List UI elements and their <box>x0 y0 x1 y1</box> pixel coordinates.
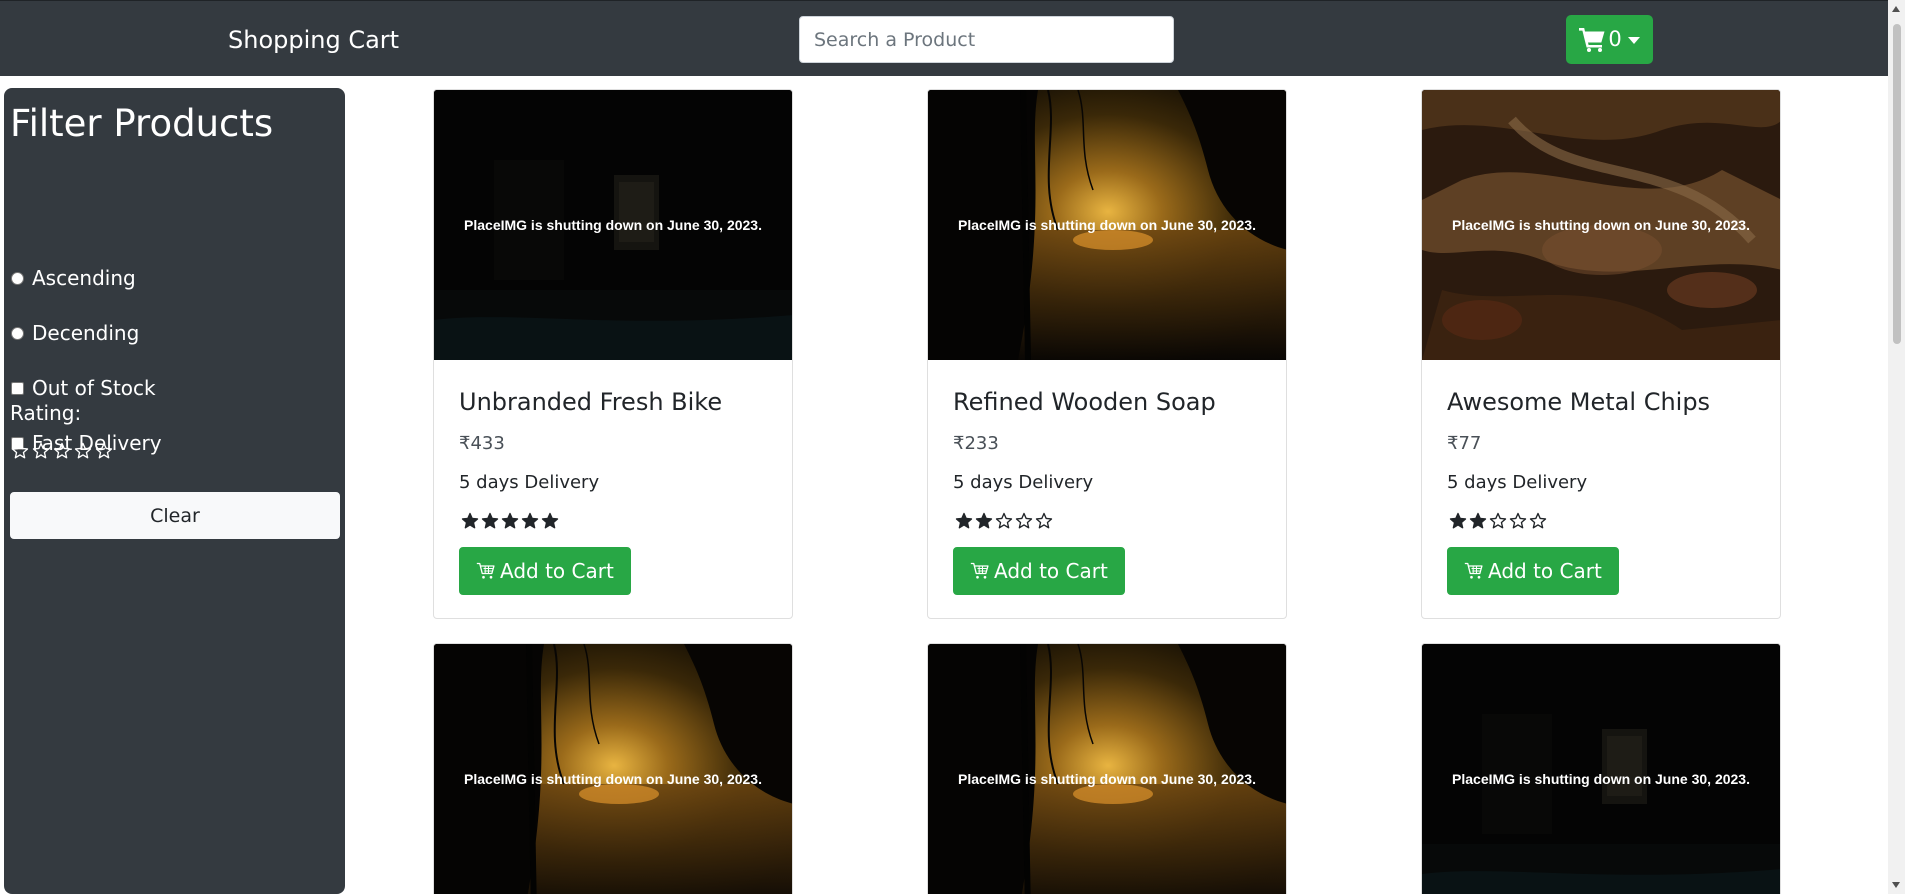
product-image: PlaceIMG is shutting down on June 30, 20… <box>1422 644 1780 894</box>
rating-label: Rating: <box>10 401 82 425</box>
star-outline-icon <box>1509 512 1527 529</box>
product-card: PlaceIMG is shutting down on June 30, 20… <box>927 89 1287 619</box>
delivery-info: 5 days Delivery <box>459 472 600 493</box>
radio-ascending[interactable] <box>11 271 24 285</box>
star-outline-icon <box>1529 512 1547 529</box>
page: Shopping Cart 0 Filter Products Ascendin… <box>0 0 1905 894</box>
star-outline-icon <box>1035 512 1053 529</box>
dark-room-image <box>1422 644 1780 894</box>
image-overlay-text: PlaceIMG is shutting down on June 30, 20… <box>1452 217 1750 233</box>
sort-descending-option[interactable]: Decending <box>11 321 139 345</box>
add-to-cart-label: Add to Cart <box>994 559 1108 583</box>
product-card: PlaceIMG is shutting down on June 30, 20… <box>1421 89 1781 619</box>
product-price: ₹77 <box>1447 433 1482 454</box>
star-outline-icon[interactable] <box>53 442 71 460</box>
product-name: Unbranded Fresh Bike <box>459 388 723 416</box>
add-to-cart-button[interactable]: Add to Cart <box>1447 547 1619 595</box>
chevron-down-icon <box>1627 37 1640 44</box>
product-rating <box>955 512 1053 530</box>
cart-dropdown-button[interactable]: 0 <box>1566 15 1653 64</box>
rating-filter-stars[interactable] <box>11 442 113 460</box>
star-filled-icon <box>975 512 993 529</box>
image-overlay-text: PlaceIMG is shutting down on June 30, 20… <box>958 217 1256 233</box>
product-card: PlaceIMG is shutting down on June 30, 20… <box>433 89 793 619</box>
star-filled-icon <box>501 512 519 529</box>
product-image: PlaceIMG is shutting down on June 30, 20… <box>434 90 792 360</box>
star-filled-icon <box>481 512 499 529</box>
star-outline-icon[interactable] <box>95 442 113 460</box>
star-outline-icon <box>995 512 1013 529</box>
product-image: PlaceIMG is shutting down on June 30, 20… <box>928 644 1286 894</box>
sunset-lake-image <box>928 644 1286 894</box>
image-overlay-text: PlaceIMG is shutting down on June 30, 20… <box>1452 771 1750 787</box>
product-price: ₹433 <box>459 433 505 454</box>
product-price: ₹233 <box>953 433 999 454</box>
checkbox-out-of-stock[interactable] <box>11 381 24 395</box>
image-overlay-text: PlaceIMG is shutting down on June 30, 20… <box>464 771 762 787</box>
scrollbar[interactable] <box>1888 0 1905 894</box>
cart-count: 0 <box>1608 27 1622 51</box>
star-outline-icon[interactable] <box>32 442 50 460</box>
radio-descending[interactable] <box>11 326 24 340</box>
star-outline-icon[interactable] <box>74 442 92 460</box>
image-overlay-text: PlaceIMG is shutting down on June 30, 20… <box>464 217 762 233</box>
image-overlay-text: PlaceIMG is shutting down on June 30, 20… <box>958 771 1256 787</box>
product-name: Awesome Metal Chips <box>1447 388 1711 416</box>
star-filled-icon <box>955 512 973 529</box>
product-rating <box>1449 512 1547 530</box>
shopping-cart-icon <box>1579 27 1605 52</box>
out-of-stock-option[interactable]: Out of Stock <box>11 376 156 400</box>
cart-plus-icon <box>970 562 989 579</box>
scrollbar-thumb[interactable] <box>1893 24 1901 344</box>
star-filled-icon <box>1449 512 1467 529</box>
filter-title: Filter Products <box>10 102 274 145</box>
product-image: PlaceIMG is shutting down on June 30, 20… <box>1422 90 1780 360</box>
star-filled-icon <box>521 512 539 529</box>
star-filled-icon <box>541 512 559 529</box>
option-label: Decending <box>32 321 140 345</box>
navbar: Shopping Cart 0 <box>0 0 1888 76</box>
add-to-cart-button[interactable]: Add to Cart <box>459 547 631 595</box>
delivery-info: 5 days Delivery <box>953 472 1094 493</box>
add-to-cart-label: Add to Cart <box>500 559 614 583</box>
product-card: PlaceIMG is shutting down on June 30, 20… <box>927 643 1287 894</box>
filter-sidebar: Filter Products Ascending Decending Out … <box>4 88 345 894</box>
product-card: PlaceIMG is shutting down on June 30, 20… <box>1421 643 1781 894</box>
cart-plus-icon <box>476 562 495 579</box>
cart-plus-icon <box>1464 562 1483 579</box>
star-filled-icon <box>461 512 479 529</box>
brand-title[interactable]: Shopping Cart <box>228 25 399 55</box>
sunset-lake-image <box>434 644 792 894</box>
search-input[interactable] <box>799 16 1174 63</box>
product-card: PlaceIMG is shutting down on June 30, 20… <box>433 643 793 894</box>
scroll-down-arrow-icon[interactable] <box>1892 882 1900 888</box>
star-outline-icon <box>1489 512 1507 529</box>
add-to-cart-label: Add to Cart <box>1488 559 1602 583</box>
star-outline-icon <box>1015 512 1033 529</box>
star-outline-icon[interactable] <box>11 442 29 460</box>
sort-ascending-option[interactable]: Ascending <box>11 266 136 290</box>
option-label: Out of Stock <box>32 376 156 400</box>
product-rating <box>461 512 559 530</box>
add-to-cart-button[interactable]: Add to Cart <box>953 547 1125 595</box>
star-filled-icon <box>1469 512 1487 529</box>
product-image: PlaceIMG is shutting down on June 30, 20… <box>434 644 792 894</box>
product-name: Refined Wooden Soap <box>953 388 1216 416</box>
delivery-info: 5 days Delivery <box>1447 472 1588 493</box>
option-label: Ascending <box>32 266 136 290</box>
scroll-up-arrow-icon[interactable] <box>1892 6 1900 12</box>
clear-filters-button[interactable]: Clear <box>10 492 340 539</box>
product-image: PlaceIMG is shutting down on June 30, 20… <box>928 90 1286 360</box>
